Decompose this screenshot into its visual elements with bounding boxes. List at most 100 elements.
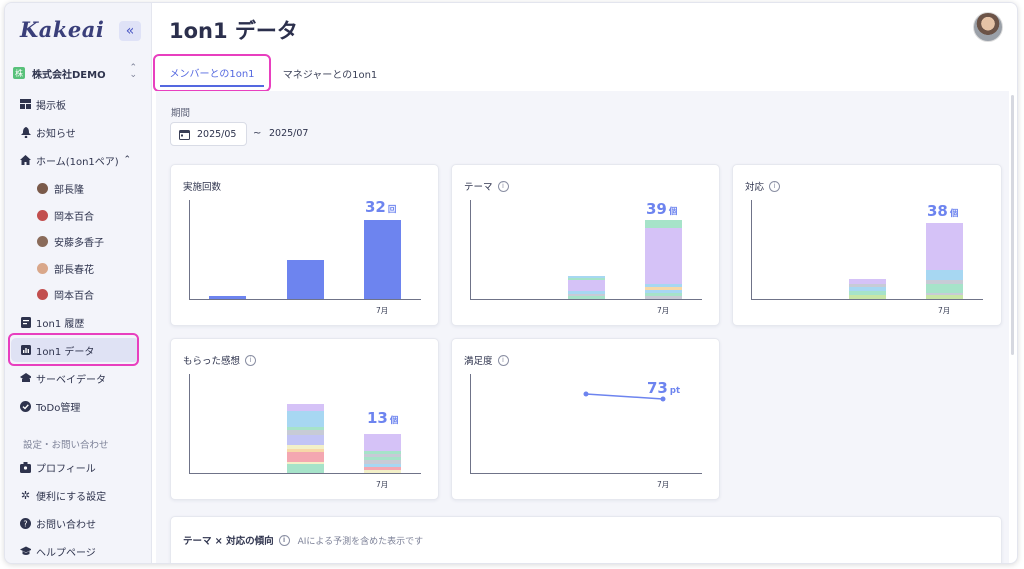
main-area: 1on1 データ メンバーとの1on1 マネジャーとの1on1 期間 2025/… bbox=[152, 3, 1017, 563]
sidebar-item-pair[interactable]: 岡本百合 bbox=[11, 282, 139, 306]
sidebar-item-todo[interactable]: ToDo管理 bbox=[11, 394, 139, 418]
company-switcher[interactable]: 株 株式会社DEMO ⌃ ⌄ bbox=[13, 63, 141, 83]
collapse-sidebar-button[interactable]: « bbox=[119, 21, 141, 41]
point-jun bbox=[583, 391, 589, 397]
card-title: 実施回数 bbox=[183, 182, 222, 193]
sidebar-item-label: 部長隆 bbox=[54, 184, 84, 196]
history-icon bbox=[20, 316, 31, 328]
home-icon bbox=[20, 155, 31, 166]
ai-note: AIによる予測を含めた表示です bbox=[297, 536, 424, 547]
point-jul bbox=[660, 396, 666, 402]
settings-section-label: 設定・お問い合わせ bbox=[23, 440, 109, 451]
stacked-bar-jun bbox=[287, 404, 324, 473]
theme-card: テーマ i 39 個 7月 bbox=[451, 164, 720, 326]
month-label: 7月 bbox=[657, 480, 670, 489]
survey-icon bbox=[20, 373, 31, 384]
card-title: テーマ bbox=[464, 182, 493, 193]
response-card: 対応 i 38 個 7月 bbox=[732, 164, 1002, 326]
page-title: 1on1 データ bbox=[169, 19, 298, 43]
sidebar-item-label: お問い合わせ bbox=[36, 519, 96, 531]
x-axis bbox=[189, 299, 421, 300]
card-title: もらった感想 bbox=[183, 356, 241, 367]
avatar-icon bbox=[37, 209, 48, 221]
value-label: 73 pt bbox=[647, 379, 681, 397]
sidebar-item-notices[interactable]: お知らせ bbox=[11, 120, 139, 144]
sidebar-item-pair[interactable]: 部長春花 bbox=[11, 256, 139, 280]
value-label: 38 個 bbox=[927, 202, 959, 220]
company-icon: 株 bbox=[13, 67, 25, 79]
sidebar-item-pair[interactable]: 部長隆 bbox=[11, 176, 139, 200]
scrollbar[interactable] bbox=[1011, 95, 1014, 355]
avatar-icon bbox=[37, 235, 48, 247]
sidebar-item-label: プロフィール bbox=[36, 463, 96, 475]
sidebar-item-history[interactable]: 1on1 履歴 bbox=[11, 310, 139, 334]
stacked-bar-jun bbox=[849, 277, 886, 299]
sidebar-item-help[interactable]: ヘルプページ bbox=[11, 539, 139, 563]
card-title: 対応 bbox=[745, 182, 765, 193]
info-icon[interactable]: i bbox=[497, 180, 509, 192]
y-axis bbox=[470, 200, 471, 300]
double-chevron-left-icon: « bbox=[125, 23, 135, 39]
period-end-value[interactable]: 2025/07 bbox=[269, 128, 308, 139]
x-axis bbox=[751, 299, 983, 300]
bar-jul bbox=[364, 220, 401, 299]
active-item-highlight bbox=[8, 333, 139, 366]
calendar-icon bbox=[179, 129, 190, 140]
satisfaction-line bbox=[583, 391, 666, 402]
sidebar-item-label: 1on1 履歴 bbox=[36, 318, 85, 330]
month-label: 7月 bbox=[938, 306, 951, 315]
period-start-picker[interactable]: 2025/05 bbox=[170, 122, 247, 146]
profile-icon bbox=[20, 461, 31, 473]
implementation-count-card: 実施回数 32 回 7月 bbox=[170, 164, 439, 326]
period-label: 期間 bbox=[171, 108, 191, 119]
chevron-up-icon: ⌃ bbox=[123, 155, 131, 165]
period-start-value: 2025/05 bbox=[197, 128, 237, 140]
avatar-icon bbox=[37, 262, 48, 274]
user-avatar[interactable] bbox=[973, 12, 1003, 42]
content-area: 期間 2025/05 ~ 2025/07 実施回数 32 回 7月 テーマ i … bbox=[156, 91, 1009, 563]
switch-icon: ⌃ ⌄ bbox=[129, 63, 137, 80]
app-logo: Kakeai bbox=[20, 17, 105, 42]
sidebar-item-label: 掲示板 bbox=[36, 100, 66, 112]
theme-response-trend-card: テーマ × 対応の傾向 i AIによる予測を含めた表示です bbox=[170, 516, 1002, 563]
avatar-icon bbox=[37, 182, 48, 194]
y-axis bbox=[751, 200, 752, 300]
tab-manager-1on1[interactable]: マネジャーとの1on1 bbox=[276, 59, 384, 87]
info-icon[interactable]: i bbox=[278, 534, 290, 546]
avatar-icon bbox=[37, 288, 48, 300]
sidebar-item-preferences[interactable]: ✲ 便利にする設定 bbox=[11, 483, 139, 507]
sidebar-item-label: ヘルプページ bbox=[36, 547, 96, 559]
period-separator: ~ bbox=[253, 128, 262, 139]
info-icon[interactable]: i bbox=[245, 354, 257, 366]
sidebar-item-pair[interactable]: 岡本百合 bbox=[11, 203, 139, 227]
sidebar-item-label: 岡本百合 bbox=[54, 211, 94, 223]
sidebar-item-label: 部長春花 bbox=[54, 264, 94, 276]
sidebar-item-label: 安藤多香子 bbox=[54, 237, 104, 249]
card-title: テーマ × 対応の傾向 bbox=[183, 536, 274, 547]
satisfaction-card: 満足度 i 73 pt 7月 bbox=[451, 338, 720, 500]
sidebar-item-survey[interactable]: サーベイデータ bbox=[11, 366, 139, 390]
tab-bar: メンバーとの1on1 マネジャーとの1on1 bbox=[152, 54, 1017, 92]
sidebar-item-home[interactable]: ホーム(1on1ペア) ⌃ bbox=[11, 148, 139, 172]
stacked-bar-jul bbox=[364, 431, 401, 473]
sidebar-item-board[interactable]: 掲示板 bbox=[11, 92, 139, 116]
x-axis bbox=[470, 299, 702, 300]
sidebar-item-contact[interactable]: ? お問い合わせ bbox=[11, 511, 139, 535]
sidebar: Kakeai « 株 株式会社DEMO ⌃ ⌄ 掲示板 お知らせ ホーム(1on1… bbox=[5, 3, 151, 563]
sidebar-item-label: サーベイデータ bbox=[36, 374, 106, 386]
sidebar-item-label: お知らせ bbox=[36, 128, 76, 140]
y-axis bbox=[189, 200, 190, 300]
value-label: 13 個 bbox=[367, 409, 399, 427]
x-axis bbox=[189, 473, 421, 474]
sidebar-item-label: ToDo管理 bbox=[36, 402, 81, 414]
graduation-cap-icon bbox=[20, 546, 31, 557]
svg-text:?: ? bbox=[23, 519, 27, 528]
impressions-card: もらった感想 i 13 個 7月 bbox=[170, 338, 439, 500]
sidebar-item-label: ホーム(1on1ペア) bbox=[36, 156, 119, 168]
sidebar-item-label: 岡本百合 bbox=[54, 290, 94, 302]
stacked-bar-jun bbox=[568, 276, 605, 299]
sidebar-item-pair[interactable]: 安藤多香子 bbox=[11, 229, 139, 253]
app-window: Kakeai « 株 株式会社DEMO ⌃ ⌄ 掲示板 お知らせ ホーム(1on1… bbox=[4, 2, 1018, 564]
info-icon[interactable]: i bbox=[769, 180, 781, 192]
sidebar-item-profile[interactable]: プロフィール bbox=[11, 455, 139, 479]
